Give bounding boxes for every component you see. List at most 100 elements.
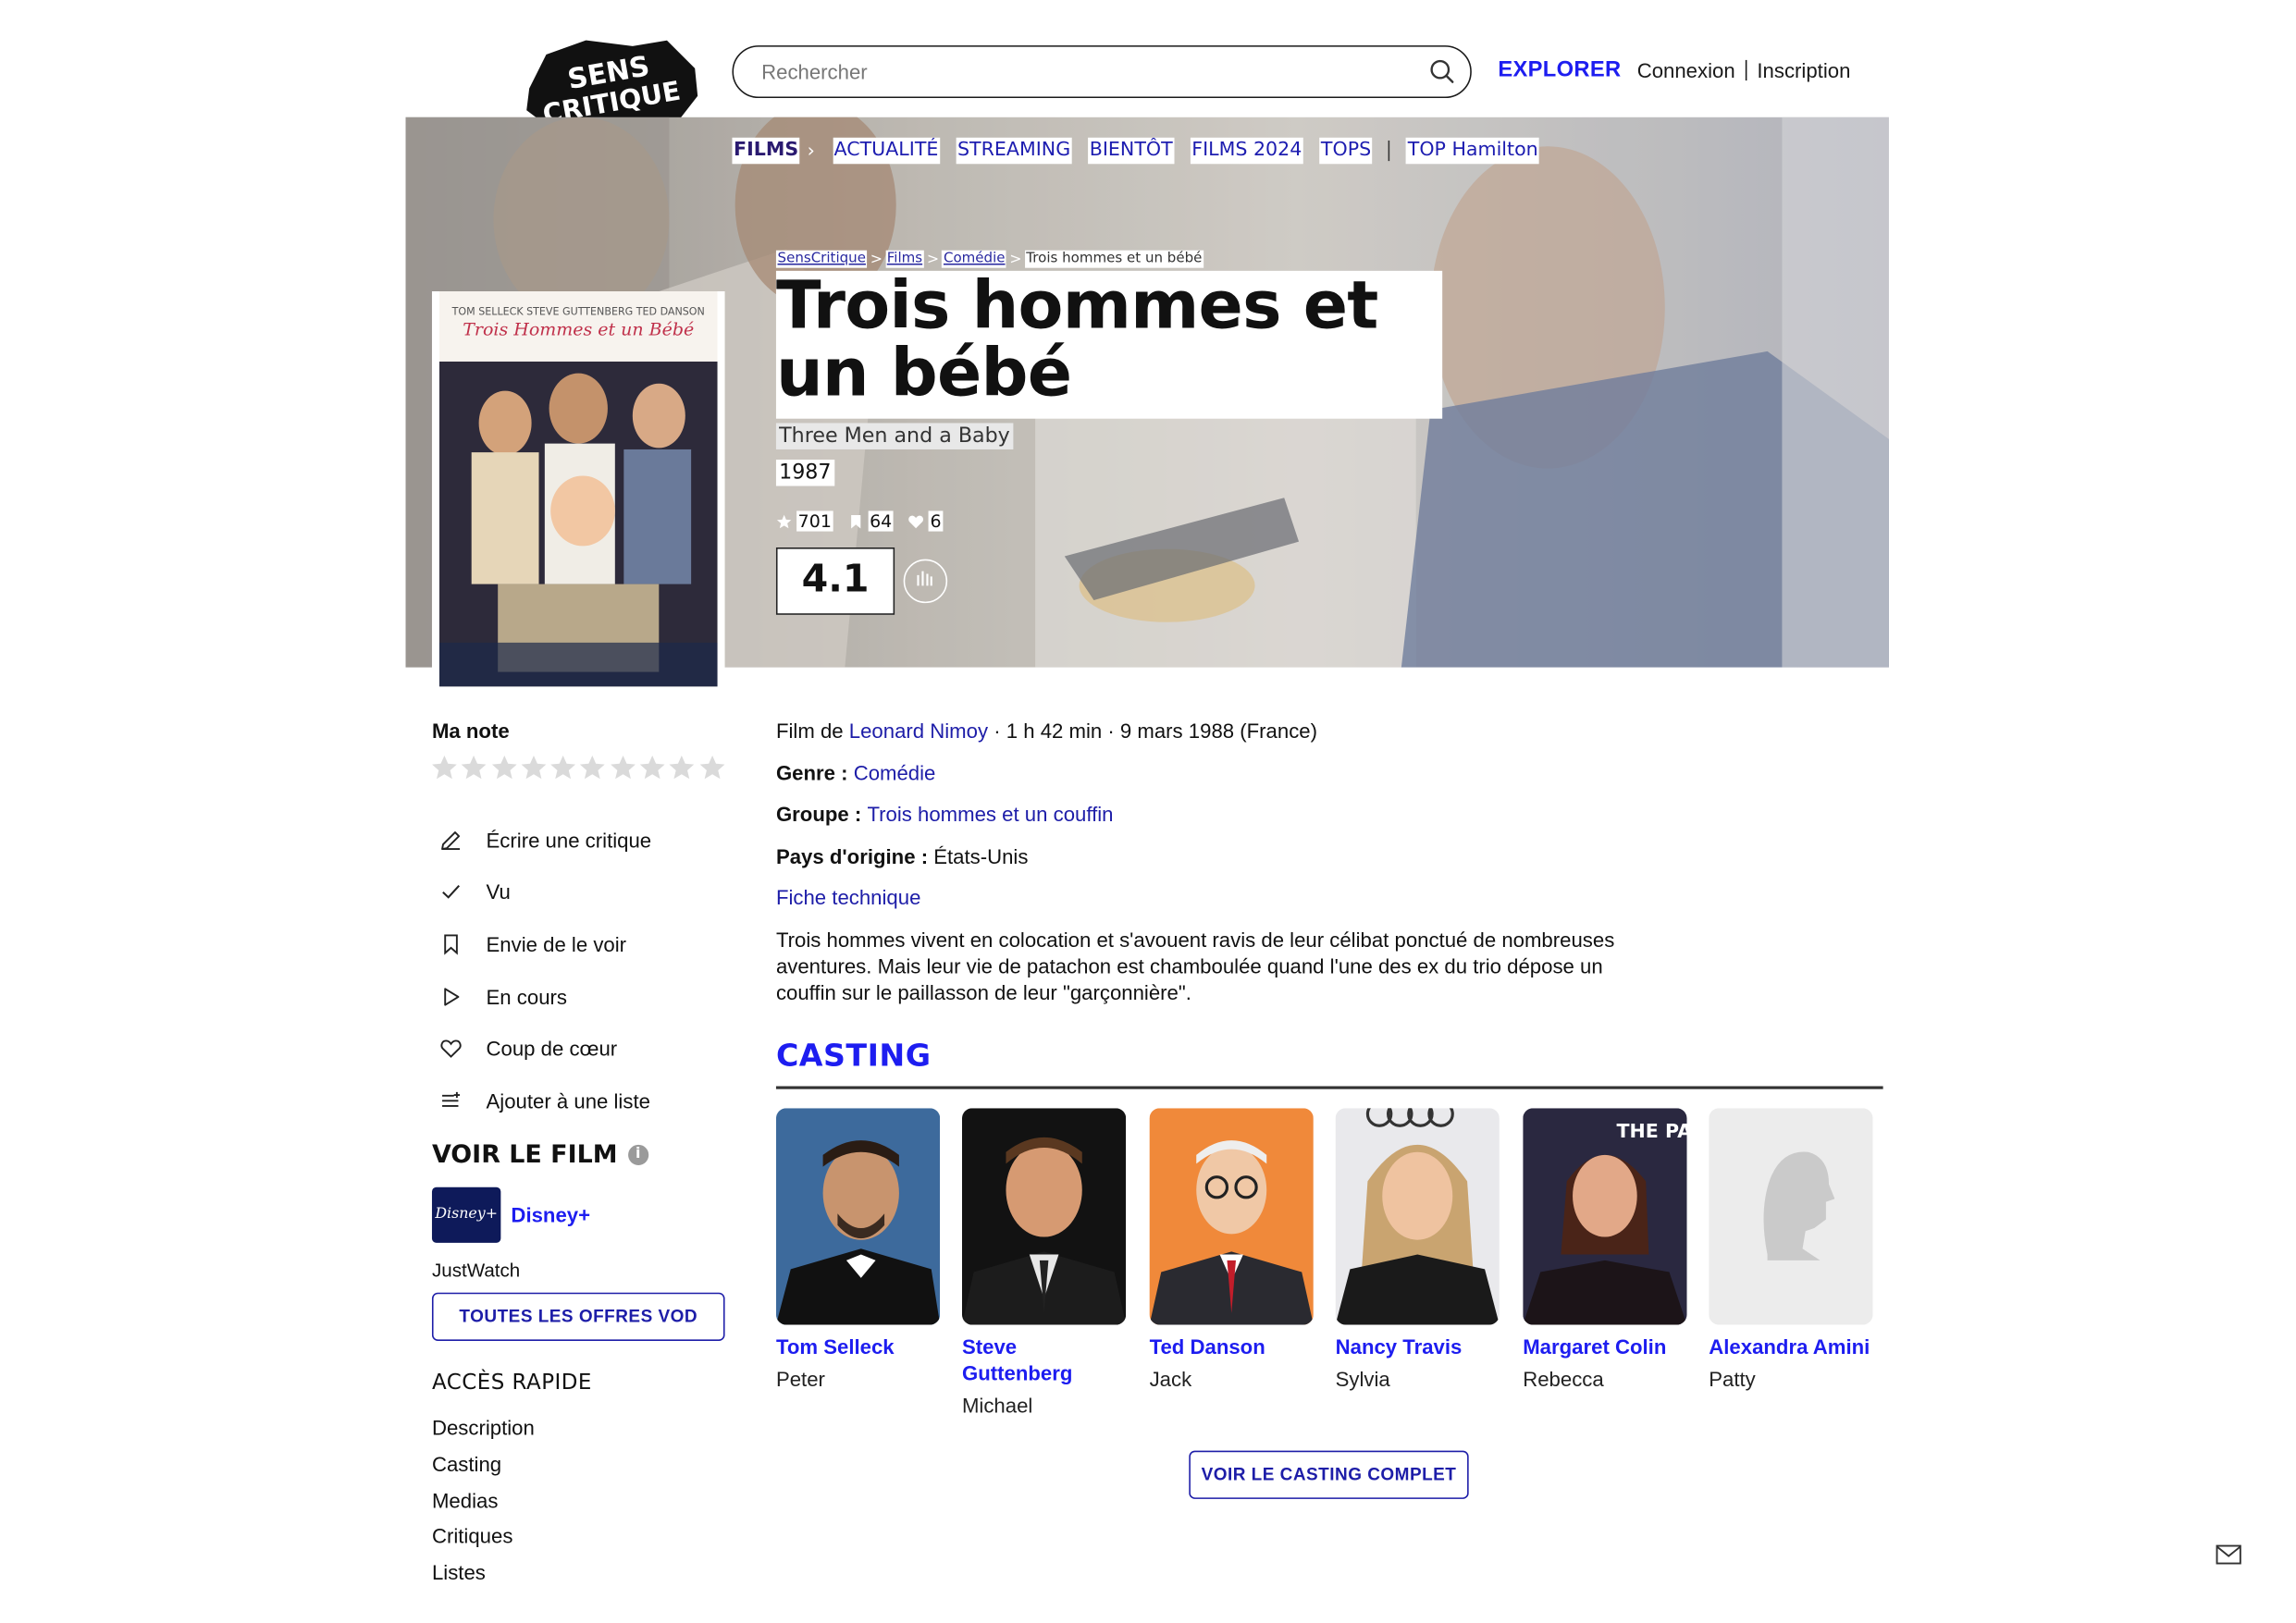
cast-card[interactable]: Nancy Travis Sylvia [1335, 1108, 1500, 1391]
my-rating-stars[interactable] [430, 754, 727, 783]
watch-film-title: VOIR LE FILM [431, 1140, 618, 1170]
actor-name[interactable]: Margaret Colin [1523, 1334, 1686, 1359]
country-label: Pays d'origine : [775, 843, 934, 867]
explore-link[interactable]: EXPLORER [1498, 57, 1621, 82]
rating-star-2[interactable] [461, 754, 490, 783]
cast-card[interactable]: Steve Guttenberg Michael [961, 1108, 1127, 1417]
rating-distribution-button[interactable] [903, 559, 948, 604]
provider-disney-plus[interactable]: Disney+ Disney+ [431, 1187, 591, 1243]
quick-link-medias[interactable]: Medias [432, 1488, 535, 1524]
justwatch-logo[interactable]: JustWatch [432, 1259, 520, 1281]
nav-bientot[interactable]: BIENTÔT [1088, 137, 1175, 165]
quick-access-links: Description Casting Medias Critiques Lis… [432, 1416, 535, 1597]
actor-photo [961, 1108, 1127, 1325]
signup-link[interactable]: Inscription [1757, 58, 1850, 81]
rating-star-6[interactable] [579, 754, 609, 783]
provider-name: Disney+ [511, 1203, 591, 1227]
tech-sheet-row: Fiche technique [776, 886, 1611, 928]
release-year: 1987 [775, 460, 834, 486]
actor-name[interactable]: Tom Selleck [776, 1334, 940, 1359]
write-review-button[interactable]: Écrire une critique [439, 814, 651, 866]
page-title: Trois hommes et un bébé [775, 266, 1378, 412]
rating-star-3[interactable] [490, 754, 520, 783]
group-label: Groupe : [775, 802, 868, 826]
quick-access-title: ACCÈS RAPIDE [431, 1371, 592, 1396]
star-icon [580, 756, 606, 780]
cast-photo[interactable] [1149, 1108, 1314, 1325]
rating-star-10[interactable] [698, 754, 728, 783]
breadcrumb-current: Trois hommes et un bébé [1024, 250, 1204, 268]
rating-star-4[interactable] [520, 754, 549, 783]
genre-link[interactable]: Comédie [854, 760, 936, 783]
actor-photo [1149, 1108, 1314, 1325]
cast-card[interactable]: Alexandra Amini Patty [1709, 1108, 1873, 1391]
actor-name[interactable]: Ted Danson [1150, 1334, 1314, 1359]
chevron-right-icon: › [807, 140, 815, 162]
breadcrumb-senscritique[interactable]: SensCritique [775, 250, 868, 268]
genre-row: Genre : Comédie [776, 760, 1611, 802]
wishlist-count: 64 [847, 510, 894, 532]
film-stats: 701 64 6 [776, 510, 957, 532]
search-input[interactable] [761, 46, 1406, 95]
search-icon[interactable] [1429, 58, 1455, 84]
actor-name[interactable]: Alexandra Amini [1709, 1334, 1872, 1359]
cast-card[interactable]: Ted Danson Jack [1149, 1108, 1314, 1391]
star-icon [462, 756, 487, 780]
film-director-row: Film de Leonard Nimoy · 1 h 42 min · 9 m… [776, 719, 1611, 760]
nav-films-2024[interactable]: FILMS 2024 [1190, 137, 1303, 165]
tech-sheet-link[interactable]: Fiche technique [776, 886, 920, 909]
director-link[interactable]: Leonard Nimoy [849, 719, 988, 742]
cast-photo[interactable] [1709, 1108, 1873, 1325]
breadcrumb-films[interactable]: Films [885, 250, 924, 268]
cast-photo[interactable] [775, 1108, 941, 1325]
star-icon [432, 756, 457, 780]
favorite-button[interactable]: Coup de cœur [439, 1022, 651, 1074]
actor-name[interactable]: Steve Guttenberg [962, 1334, 1126, 1386]
nav-top-hamilton[interactable]: TOP Hamilton [1406, 137, 1540, 165]
quick-link-critiques[interactable]: Critiques [432, 1524, 535, 1560]
search-bar[interactable] [732, 45, 1472, 99]
bar-chart-icon [917, 571, 932, 586]
cast-photo[interactable] [961, 1108, 1127, 1325]
film-actions: Écrire une critique Vu Envie de le voir … [439, 814, 651, 1126]
rating-star-8[interactable] [638, 754, 668, 783]
cast-card[interactable]: Tom Selleck Peter [775, 1108, 941, 1391]
nav-tops[interactable]: TOPS [1319, 137, 1373, 165]
check-icon [442, 885, 461, 900]
full-casting-button[interactable]: VOIR LE CASTING COMPLET [1189, 1450, 1469, 1499]
cast-photo[interactable]: THE PA [1523, 1108, 1687, 1325]
rating-star-7[interactable] [609, 754, 638, 783]
nav-streaming[interactable]: STREAMING [956, 137, 1072, 165]
rating-star-1[interactable] [430, 754, 460, 783]
in-progress-button[interactable]: En cours [439, 970, 651, 1022]
quick-link-casting[interactable]: Casting [432, 1452, 535, 1488]
breadcrumb-comedie[interactable]: Comédie [942, 250, 1007, 268]
character-name: Patty [1709, 1367, 1756, 1391]
wishlist-button[interactable]: Envie de le voir [439, 918, 651, 970]
login-link[interactable]: Connexion [1637, 58, 1735, 81]
star-icon [491, 756, 517, 780]
actor-name[interactable]: Nancy Travis [1336, 1334, 1500, 1359]
quick-link-listes[interactable]: Listes [432, 1561, 535, 1597]
cast-photo[interactable] [1335, 1108, 1500, 1325]
nav-films[interactable]: FILMS [732, 137, 800, 165]
group-link[interactable]: Trois hommes et un couffin [867, 802, 1113, 825]
breadcrumb: SensCritique > Films > Comédie > Trois homm… [775, 250, 1204, 268]
add-to-list-button[interactable]: Ajouter à une liste [439, 1075, 651, 1126]
rating-star-9[interactable] [668, 754, 697, 783]
star-icon [550, 756, 576, 780]
mail-icon[interactable] [2216, 1544, 2241, 1565]
seen-button[interactable]: Vu [439, 866, 651, 917]
group-row: Groupe : Trois hommes et un couffin [776, 802, 1611, 843]
film-poster[interactable]: TOM SELLECK STEVE GUTTENBERG TED DANSON … [431, 290, 725, 687]
heart-icon [908, 514, 924, 528]
synopsis: Trois hommes vivent en colocation et s'a… [775, 928, 1615, 1004]
all-vod-offers-button[interactable]: TOUTES LES OFFRES VOD [431, 1292, 725, 1341]
nav-actualite[interactable]: ACTUALITÉ [832, 137, 940, 165]
heart-icon [440, 1039, 462, 1059]
cast-card[interactable]: THE PA Margaret Colin Rebecca [1523, 1108, 1687, 1391]
write-review-label: Écrire une critique [486, 828, 652, 852]
rating-star-5[interactable] [549, 754, 579, 783]
quick-link-description[interactable]: Description [432, 1416, 535, 1452]
info-icon[interactable]: i [627, 1144, 648, 1165]
